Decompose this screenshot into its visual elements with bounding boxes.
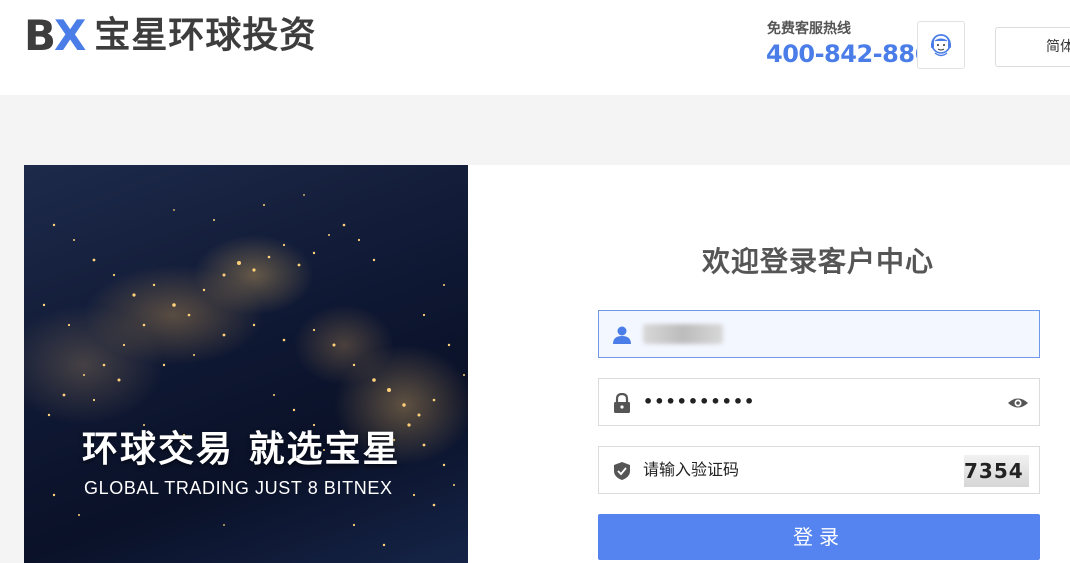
banner-subtitle: GLOBAL TRADING JUST 8 BITNEX bbox=[84, 478, 393, 498]
header: BX 宝星环球投资 免费客服热线 400-842-8865 简体 bbox=[0, 0, 1070, 95]
language-select-button[interactable]: 简体 bbox=[995, 27, 1070, 67]
logo[interactable]: BX 宝星环球投资 bbox=[24, 14, 316, 58]
login-title: 欢迎登录客户中心 bbox=[701, 245, 934, 278]
logo-text: 宝星环球投资 bbox=[94, 15, 317, 56]
username-field[interactable] bbox=[598, 310, 1040, 358]
logo-letter-x: X bbox=[54, 11, 86, 60]
city-lights-map bbox=[42, 194, 465, 547]
password-field[interactable]: •••••••••• bbox=[598, 378, 1040, 426]
logo-mark: BX bbox=[24, 11, 86, 60]
captcha-placeholder: 请输入验证码 bbox=[643, 460, 740, 479]
user-icon bbox=[611, 324, 633, 346]
logo-letter-b: B bbox=[24, 11, 56, 60]
captcha-field[interactable]: 请输入验证码 7354 bbox=[598, 446, 1040, 494]
eye-icon[interactable] bbox=[1007, 392, 1029, 414]
login-button[interactable]: 登录 bbox=[598, 514, 1040, 560]
username-redacted bbox=[643, 324, 723, 344]
hotline-label: 免费客服热线 bbox=[767, 21, 851, 37]
lock-icon bbox=[611, 392, 633, 414]
shield-icon bbox=[611, 460, 633, 482]
username-value bbox=[643, 311, 723, 362]
captcha-image[interactable]: 7354 bbox=[964, 455, 1029, 487]
password-value: •••••••••• bbox=[643, 392, 756, 411]
customer-service-icon[interactable] bbox=[917, 21, 965, 69]
login-panel: 欢迎登录客户中心 •••••••••• 请输入验证码 7354 登录 bbox=[468, 165, 1070, 563]
banner-title: 环球交易 就选宝星 bbox=[82, 429, 401, 470]
banner-image: 环球交易 就选宝星 GLOBAL TRADING JUST 8 BITNEX bbox=[24, 165, 468, 563]
